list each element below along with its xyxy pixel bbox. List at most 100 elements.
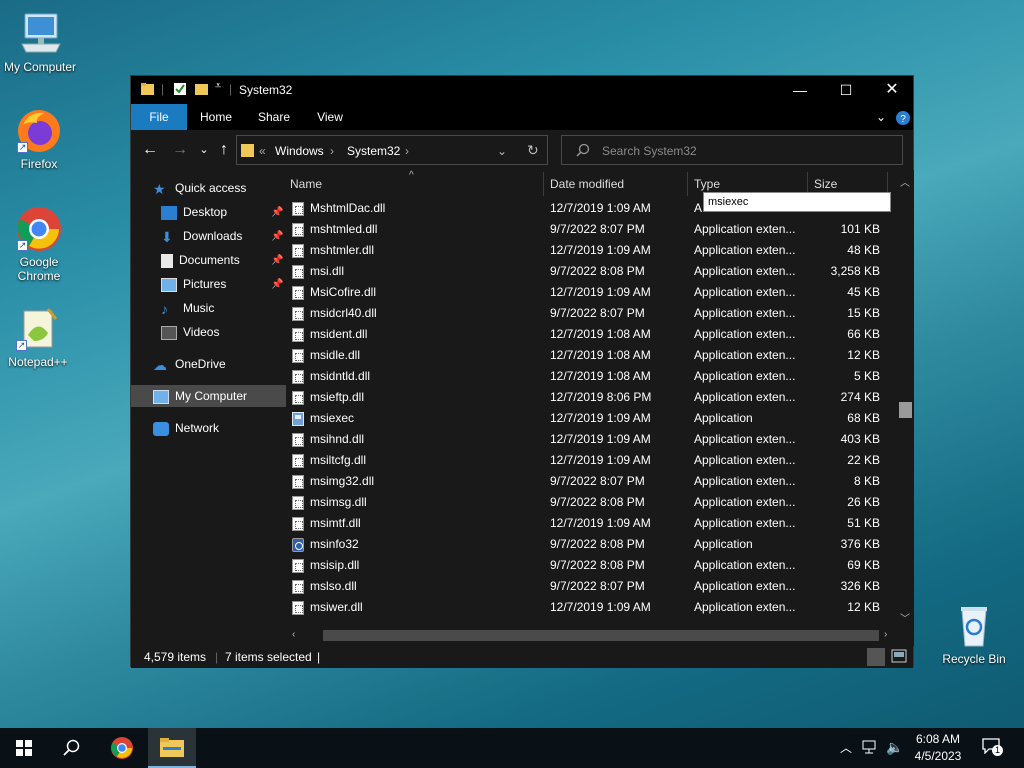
address-dropdown-chevron-icon[interactable]: ⌄ xyxy=(497,144,507,158)
recent-locations-chevron-icon[interactable]: ⌄ xyxy=(193,140,215,160)
nav-documents[interactable]: Documents xyxy=(161,249,240,271)
column-header-date-modified[interactable]: Date modified xyxy=(550,170,686,198)
desktop-icon-google-chrome[interactable]: ↗ Google Chrome xyxy=(0,205,79,283)
address-overflow[interactable]: « xyxy=(259,144,266,158)
vertical-scrollbar[interactable]: ︿ ﹀ xyxy=(896,170,914,626)
address-bar[interactable]: « Windows › System32 › ⌄ ↻ xyxy=(236,135,548,165)
file-row[interactable]: msiexec 12/7/2019 1:09 AM Application 68 KB xyxy=(286,408,886,429)
desktop-icon-notepadpp[interactable]: ↗ Notepad++ xyxy=(0,305,78,369)
file-row[interactable]: msisip.dll 9/7/2022 8:08 PM Application ex… xyxy=(286,555,886,576)
help-icon[interactable]: ? xyxy=(895,104,911,130)
scroll-right-icon[interactable]: › xyxy=(884,629,887,640)
title-bar[interactable]: | ⩡ | System32 — ☐ ✕ xyxy=(131,76,913,104)
file-type: Application exten... xyxy=(694,264,796,278)
file-type: Application exten... xyxy=(694,453,796,467)
column-header-name[interactable]: Name xyxy=(290,170,540,198)
start-button[interactable] xyxy=(0,728,48,768)
maximize-button[interactable]: ☐ xyxy=(823,76,869,104)
show-hidden-icons-chevron-icon[interactable]: ︿ xyxy=(840,739,852,756)
file-row[interactable]: mshtmled.dll 9/7/2022 8:07 PM Application … xyxy=(286,219,886,240)
file-type: Application exten... xyxy=(694,390,796,404)
scroll-down-icon[interactable]: ﹀ xyxy=(900,610,910,625)
nav-pictures[interactable]: Pictures xyxy=(161,273,226,295)
tab-view[interactable]: View xyxy=(307,104,353,130)
search-button[interactable] xyxy=(48,728,96,768)
pin-icon[interactable]: 📌 xyxy=(271,255,283,266)
file-type: Application exten... xyxy=(694,432,796,446)
tab-file[interactable]: File xyxy=(131,104,187,130)
chevron-right-icon[interactable]: › xyxy=(330,144,334,158)
chevron-right-icon[interactable]: › xyxy=(405,144,409,158)
search-box[interactable]: Search System32 xyxy=(561,135,903,165)
file-row[interactable]: mslso.dll 9/7/2022 8:07 PM Application ext… xyxy=(286,576,886,597)
desktop-icon-my-computer[interactable]: My Computer xyxy=(0,10,80,74)
file-row[interactable]: msidntld.dll 12/7/2019 1:08 AM Application… xyxy=(286,366,886,387)
scroll-up-icon[interactable]: ︿ xyxy=(900,174,910,189)
horizontal-scrollbar[interactable]: ‹ › xyxy=(286,627,896,645)
scroll-left-icon[interactable]: ‹ xyxy=(292,629,295,640)
notification-badge: 1 xyxy=(992,745,1003,756)
new-folder-icon[interactable] xyxy=(195,82,209,99)
file-size: 69 KB xyxy=(847,558,880,572)
nav-desktop[interactable]: Desktop xyxy=(161,201,227,223)
pin-icon[interactable]: 📌 xyxy=(271,231,283,242)
nav-my-computer[interactable]: My Computer xyxy=(131,385,286,407)
file-name: msidcrl40.dll xyxy=(310,306,377,320)
forward-arrow-icon[interactable]: → xyxy=(169,140,191,160)
nav-videos[interactable]: Videos xyxy=(161,321,219,343)
file-row[interactable]: msidcrl40.dll 9/7/2022 8:07 PM Application… xyxy=(286,303,886,324)
file-row[interactable]: msimsg.dll 9/7/2022 8:08 PM Application ex… xyxy=(286,492,886,513)
nav-music[interactable]: ♪ Music xyxy=(161,297,214,319)
nav-downloads[interactable]: ⬇ Downloads xyxy=(161,225,242,247)
status-separator: | xyxy=(317,650,321,664)
file-row[interactable]: msident.dll 12/7/2019 1:08 AM Application … xyxy=(286,324,886,345)
file-row[interactable]: msidle.dll 12/7/2019 1:08 AM Application e… xyxy=(286,345,886,366)
large-icons-view-button[interactable] xyxy=(891,649,907,666)
close-button[interactable]: ✕ xyxy=(869,76,915,104)
clock[interactable]: 6:08 AM 4/5/2023 xyxy=(905,731,971,765)
file-row[interactable]: msiltcfg.dll 12/7/2019 1:09 AM Application… xyxy=(286,450,886,471)
vertical-scroll-thumb[interactable] xyxy=(899,402,912,418)
tab-home[interactable]: Home xyxy=(193,104,239,130)
back-arrow-icon[interactable]: ← xyxy=(139,140,161,160)
desktop-icon-firefox[interactable]: ↗ Firefox xyxy=(0,107,79,171)
column-divider[interactable] xyxy=(687,172,688,196)
dll-file-icon xyxy=(292,580,304,594)
expand-ribbon-icon[interactable]: ⌄ xyxy=(873,104,889,130)
volume-icon[interactable]: 🔈 xyxy=(886,739,903,756)
file-row[interactable]: msimtf.dll 12/7/2019 1:09 AM Application e… xyxy=(286,513,886,534)
file-row[interactable]: MsiCofire.dll 12/7/2019 1:09 AM Applicatio… xyxy=(286,282,886,303)
refresh-icon[interactable]: ↻ xyxy=(527,142,539,159)
nav-onedrive[interactable]: ☁ OneDrive xyxy=(153,353,226,375)
file-name: msimsg.dll xyxy=(310,495,367,509)
breadcrumb-system32[interactable]: System32 xyxy=(347,144,400,158)
file-row[interactable]: msimg32.dll 9/7/2022 8:07 PM Application e… xyxy=(286,471,886,492)
customize-quick-access-icon[interactable]: ⩡ xyxy=(215,80,221,93)
minimize-button[interactable]: — xyxy=(777,76,823,104)
dll-file-icon xyxy=(292,601,304,615)
music-icon: ♪ xyxy=(161,300,168,317)
properties-icon[interactable] xyxy=(173,82,187,99)
file-row[interactable]: msiwer.dll 12/7/2019 1:09 AM Application e… xyxy=(286,597,886,618)
nav-quick-access[interactable]: ★ Quick access xyxy=(153,177,246,199)
horizontal-scroll-thumb[interactable] xyxy=(323,630,879,641)
file-row[interactable]: msi.dll 9/7/2022 8:08 PM Application exten… xyxy=(286,261,886,282)
file-row[interactable]: msihnd.dll 12/7/2019 1:09 AM Application e… xyxy=(286,429,886,450)
details-view-button[interactable] xyxy=(867,648,885,666)
taskbar-chrome-button[interactable] xyxy=(98,728,146,768)
taskbar-file-explorer-button[interactable] xyxy=(148,728,196,768)
file-row[interactable]: mshtmler.dll 12/7/2019 1:09 AM Application… xyxy=(286,240,886,261)
up-arrow-icon[interactable]: ↑ xyxy=(213,140,235,160)
breadcrumb-windows[interactable]: Windows xyxy=(275,144,324,158)
desktop-icon-recycle-bin[interactable]: Recycle Bin xyxy=(934,602,1014,666)
search-input[interactable]: Search System32 xyxy=(602,144,697,158)
pin-icon[interactable]: 📌 xyxy=(271,279,283,290)
action-center-button[interactable]: 1 xyxy=(982,738,1003,758)
network-icon[interactable] xyxy=(862,740,878,757)
nav-network[interactable]: Network xyxy=(153,417,219,439)
file-row[interactable]: msinfo32 9/7/2022 8:08 PM Application 376 K… xyxy=(286,534,886,555)
column-divider[interactable] xyxy=(543,172,544,196)
pin-icon[interactable]: 📌 xyxy=(271,207,283,218)
tab-share[interactable]: Share xyxy=(251,104,297,130)
file-row[interactable]: msieftp.dll 12/7/2019 8:06 PM Application … xyxy=(286,387,886,408)
